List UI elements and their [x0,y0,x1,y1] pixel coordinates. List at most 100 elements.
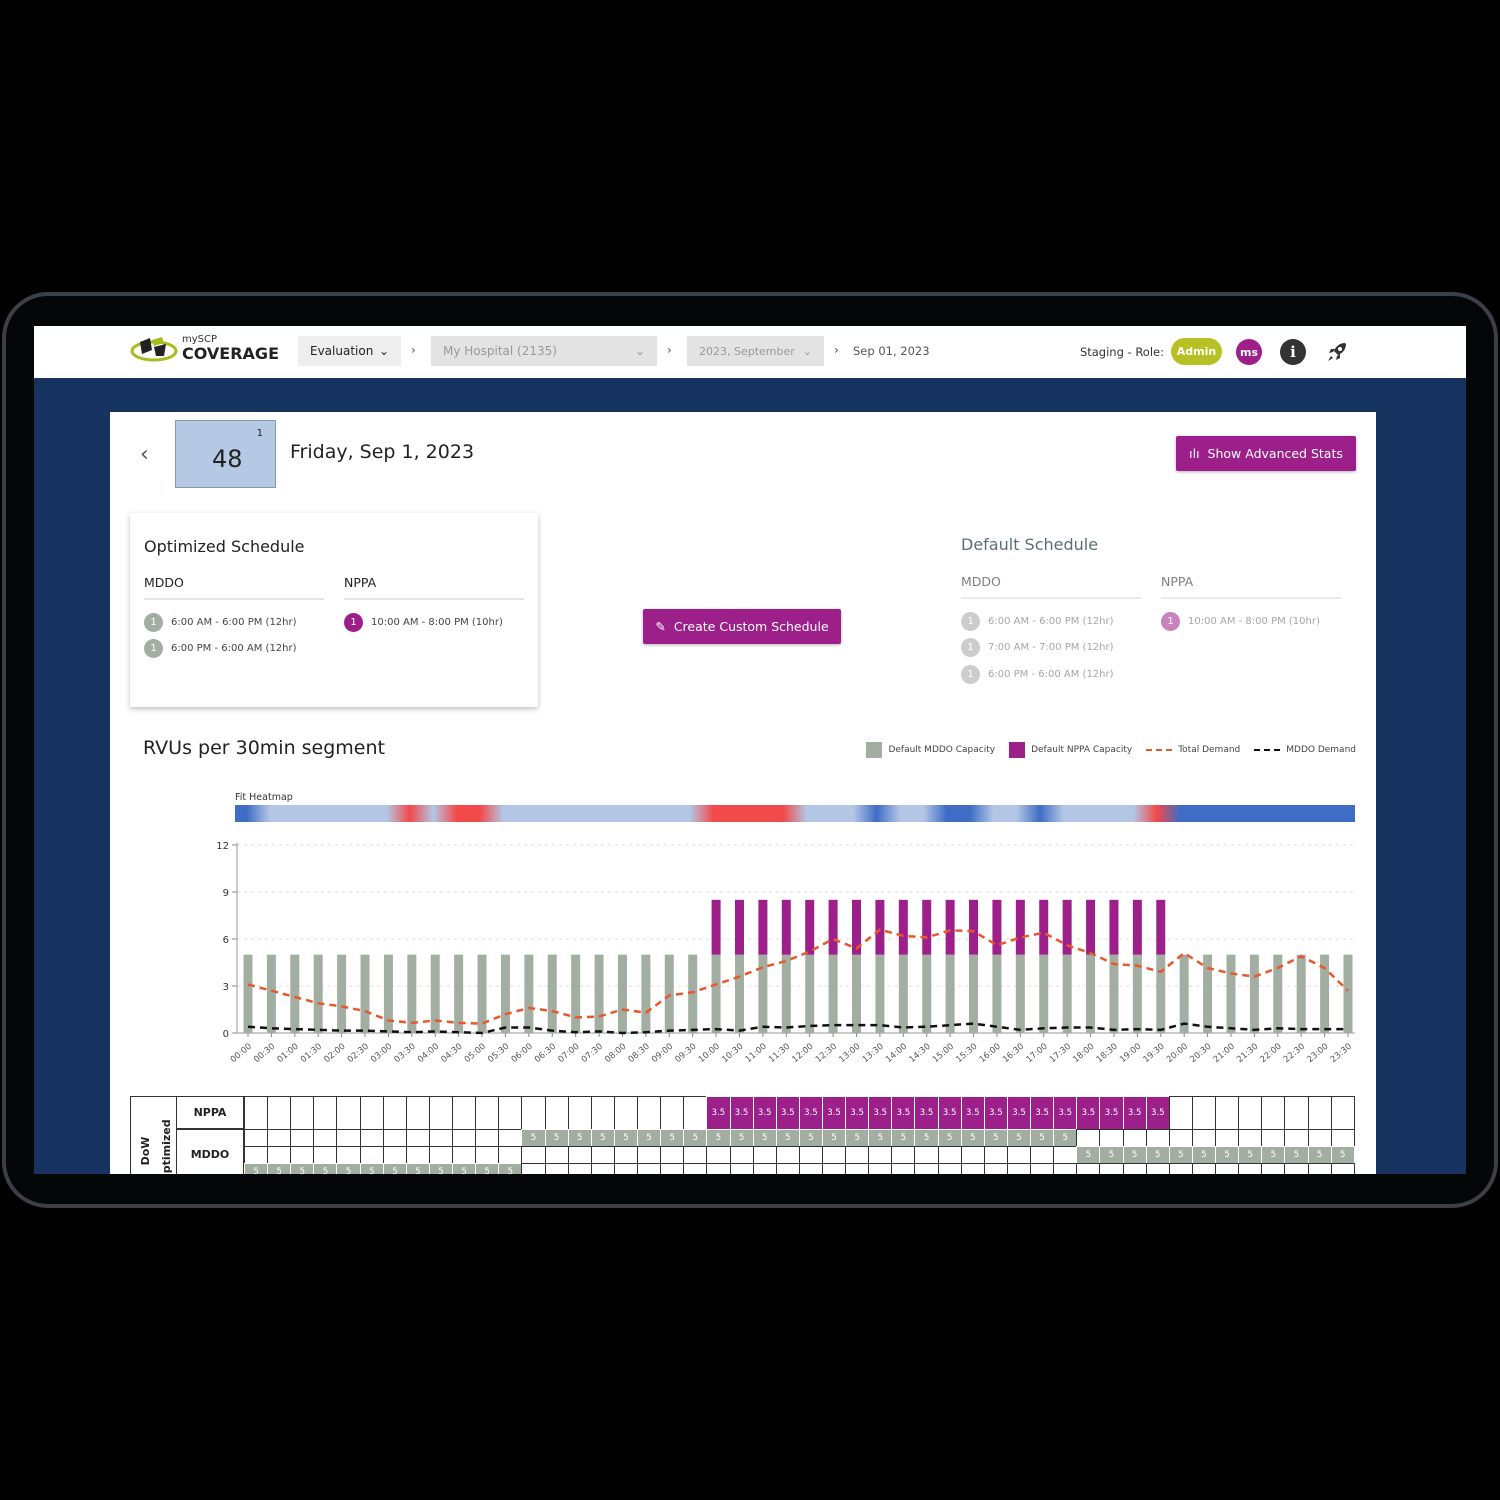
grid-cell[interactable]: 5 [1076,1146,1101,1164]
grid-cell[interactable] [729,1146,754,1164]
grid-cell[interactable] [706,1163,731,1174]
grid-cell[interactable]: 5 [660,1129,685,1147]
grid-cell[interactable]: 5 [1307,1146,1332,1164]
grid-cell[interactable] [845,1163,870,1174]
grid-cell[interactable]: 5 [428,1163,454,1174]
grid-cell[interactable] [428,1146,454,1164]
grid-cell[interactable] [822,1146,847,1164]
grid-cell[interactable] [822,1163,847,1174]
grid-cell[interactable]: 3.5 [1122,1096,1147,1130]
grid-cell[interactable]: 3.5 [729,1096,754,1130]
grid-cell[interactable] [359,1129,384,1147]
grid-cell[interactable] [983,1146,1008,1164]
grid-cell[interactable] [1284,1163,1309,1174]
grid-cell[interactable] [729,1163,754,1174]
grid-cell[interactable]: 5 [498,1163,523,1174]
grid-cell[interactable]: 5 [822,1129,847,1147]
grid-cell[interactable] [267,1146,292,1164]
grid-cell[interactable] [244,1146,269,1164]
grid-cell[interactable] [475,1129,500,1147]
grid-cell[interactable] [428,1096,454,1130]
logo[interactable]: mySCP COVERAGE [130,334,279,364]
grid-cell[interactable] [1238,1096,1263,1130]
grid-cell[interactable] [637,1163,662,1174]
grid-cell[interactable] [521,1096,546,1130]
grid-cell[interactable]: 3.5 [868,1096,893,1130]
grid-cell[interactable]: 5 [244,1163,269,1174]
grid-cell[interactable]: 5 [452,1163,477,1174]
grid-cell[interactable]: 5 [544,1129,569,1147]
grid-cell[interactable]: 3.5 [822,1096,847,1130]
grid-cell[interactable]: 5 [1284,1146,1309,1164]
grid-cell[interactable]: 3.5 [1076,1096,1101,1130]
grid-cell[interactable]: 3.5 [983,1096,1008,1130]
grid-cell[interactable] [891,1146,916,1164]
grid-cell[interactable] [313,1096,338,1130]
grid-cell[interactable]: 3.5 [775,1096,800,1130]
grid-cell[interactable] [845,1146,870,1164]
grid-cell[interactable] [290,1129,315,1147]
create-custom-schedule-button[interactable]: ✎ Create Custom Schedule [643,609,841,644]
grid-cell[interactable]: 5 [313,1163,338,1174]
grid-cell[interactable] [1330,1163,1355,1174]
grid-cell[interactable] [1122,1129,1147,1147]
grid-cell[interactable]: 5 [960,1129,985,1147]
grid-cell[interactable]: 5 [267,1163,292,1174]
grid-cell[interactable]: 3.5 [1145,1096,1170,1130]
grid-cell[interactable] [1307,1129,1332,1147]
hospital-dropdown[interactable]: My Hospital (2135) ⌄ [431,336,657,366]
grid-cell[interactable]: 5 [914,1129,939,1147]
grid-cell[interactable] [590,1096,615,1130]
grid-cell[interactable] [1330,1129,1355,1147]
grid-cell[interactable]: 5 [752,1129,777,1147]
month-dropdown[interactable]: 2023, September ⌄ [687,336,824,366]
grid-cell[interactable] [683,1163,708,1174]
grid-cell[interactable] [613,1146,639,1164]
grid-cell[interactable]: 5 [1145,1146,1170,1164]
grid-cell[interactable] [914,1146,939,1164]
grid-cell[interactable]: 5 [1215,1146,1240,1164]
grid-cell[interactable] [382,1129,407,1147]
grid-cell[interactable] [798,1146,823,1164]
grid-cell[interactable]: 3.5 [1006,1096,1032,1130]
grid-cell[interactable]: 5 [983,1129,1008,1147]
grid-cell[interactable] [1168,1129,1193,1147]
grid-cell[interactable] [521,1163,546,1174]
grid-cell[interactable] [336,1096,361,1130]
grid-cell[interactable] [452,1129,477,1147]
grid-cell[interactable] [1076,1163,1101,1174]
grid-cell[interactable] [1238,1163,1263,1174]
grid-cell[interactable] [590,1146,615,1164]
grid-cell[interactable] [1191,1129,1217,1147]
grid-cell[interactable] [683,1146,708,1164]
grid-cell[interactable]: 5 [1238,1146,1263,1164]
grid-cell[interactable] [1215,1096,1240,1130]
grid-cell[interactable]: 5 [590,1129,615,1147]
grid-cell[interactable] [244,1129,269,1147]
grid-cell[interactable]: 3.5 [891,1096,916,1130]
grid-cell[interactable] [1168,1096,1193,1130]
grid-cell[interactable] [567,1146,592,1164]
grid-cell[interactable] [937,1146,962,1164]
grid-cell[interactable]: 5 [1330,1146,1355,1164]
rocket-icon[interactable] [1324,339,1350,365]
grid-cell[interactable] [1261,1096,1286,1130]
grid-cell[interactable] [475,1096,500,1130]
grid-cell[interactable] [752,1146,777,1164]
grid-cell[interactable]: 5 [937,1129,962,1147]
grid-cell[interactable] [1053,1163,1078,1174]
grid-cell[interactable] [660,1163,685,1174]
grid-cell[interactable] [937,1163,962,1174]
grid-cell[interactable] [475,1146,500,1164]
grid-cell[interactable] [868,1146,893,1164]
grid-cell[interactable]: 3.5 [752,1096,777,1130]
grid-cell[interactable]: 5 [683,1129,708,1147]
grid-cell[interactable]: 5 [891,1129,916,1147]
grid-cell[interactable]: 5 [567,1129,592,1147]
grid-cell[interactable] [1261,1129,1286,1147]
grid-cell[interactable] [1168,1163,1193,1174]
grid-cell[interactable] [660,1146,685,1164]
grid-cell[interactable]: 5 [868,1129,893,1147]
grid-cell[interactable] [1215,1129,1240,1147]
grid-cell[interactable]: 3.5 [914,1096,939,1130]
